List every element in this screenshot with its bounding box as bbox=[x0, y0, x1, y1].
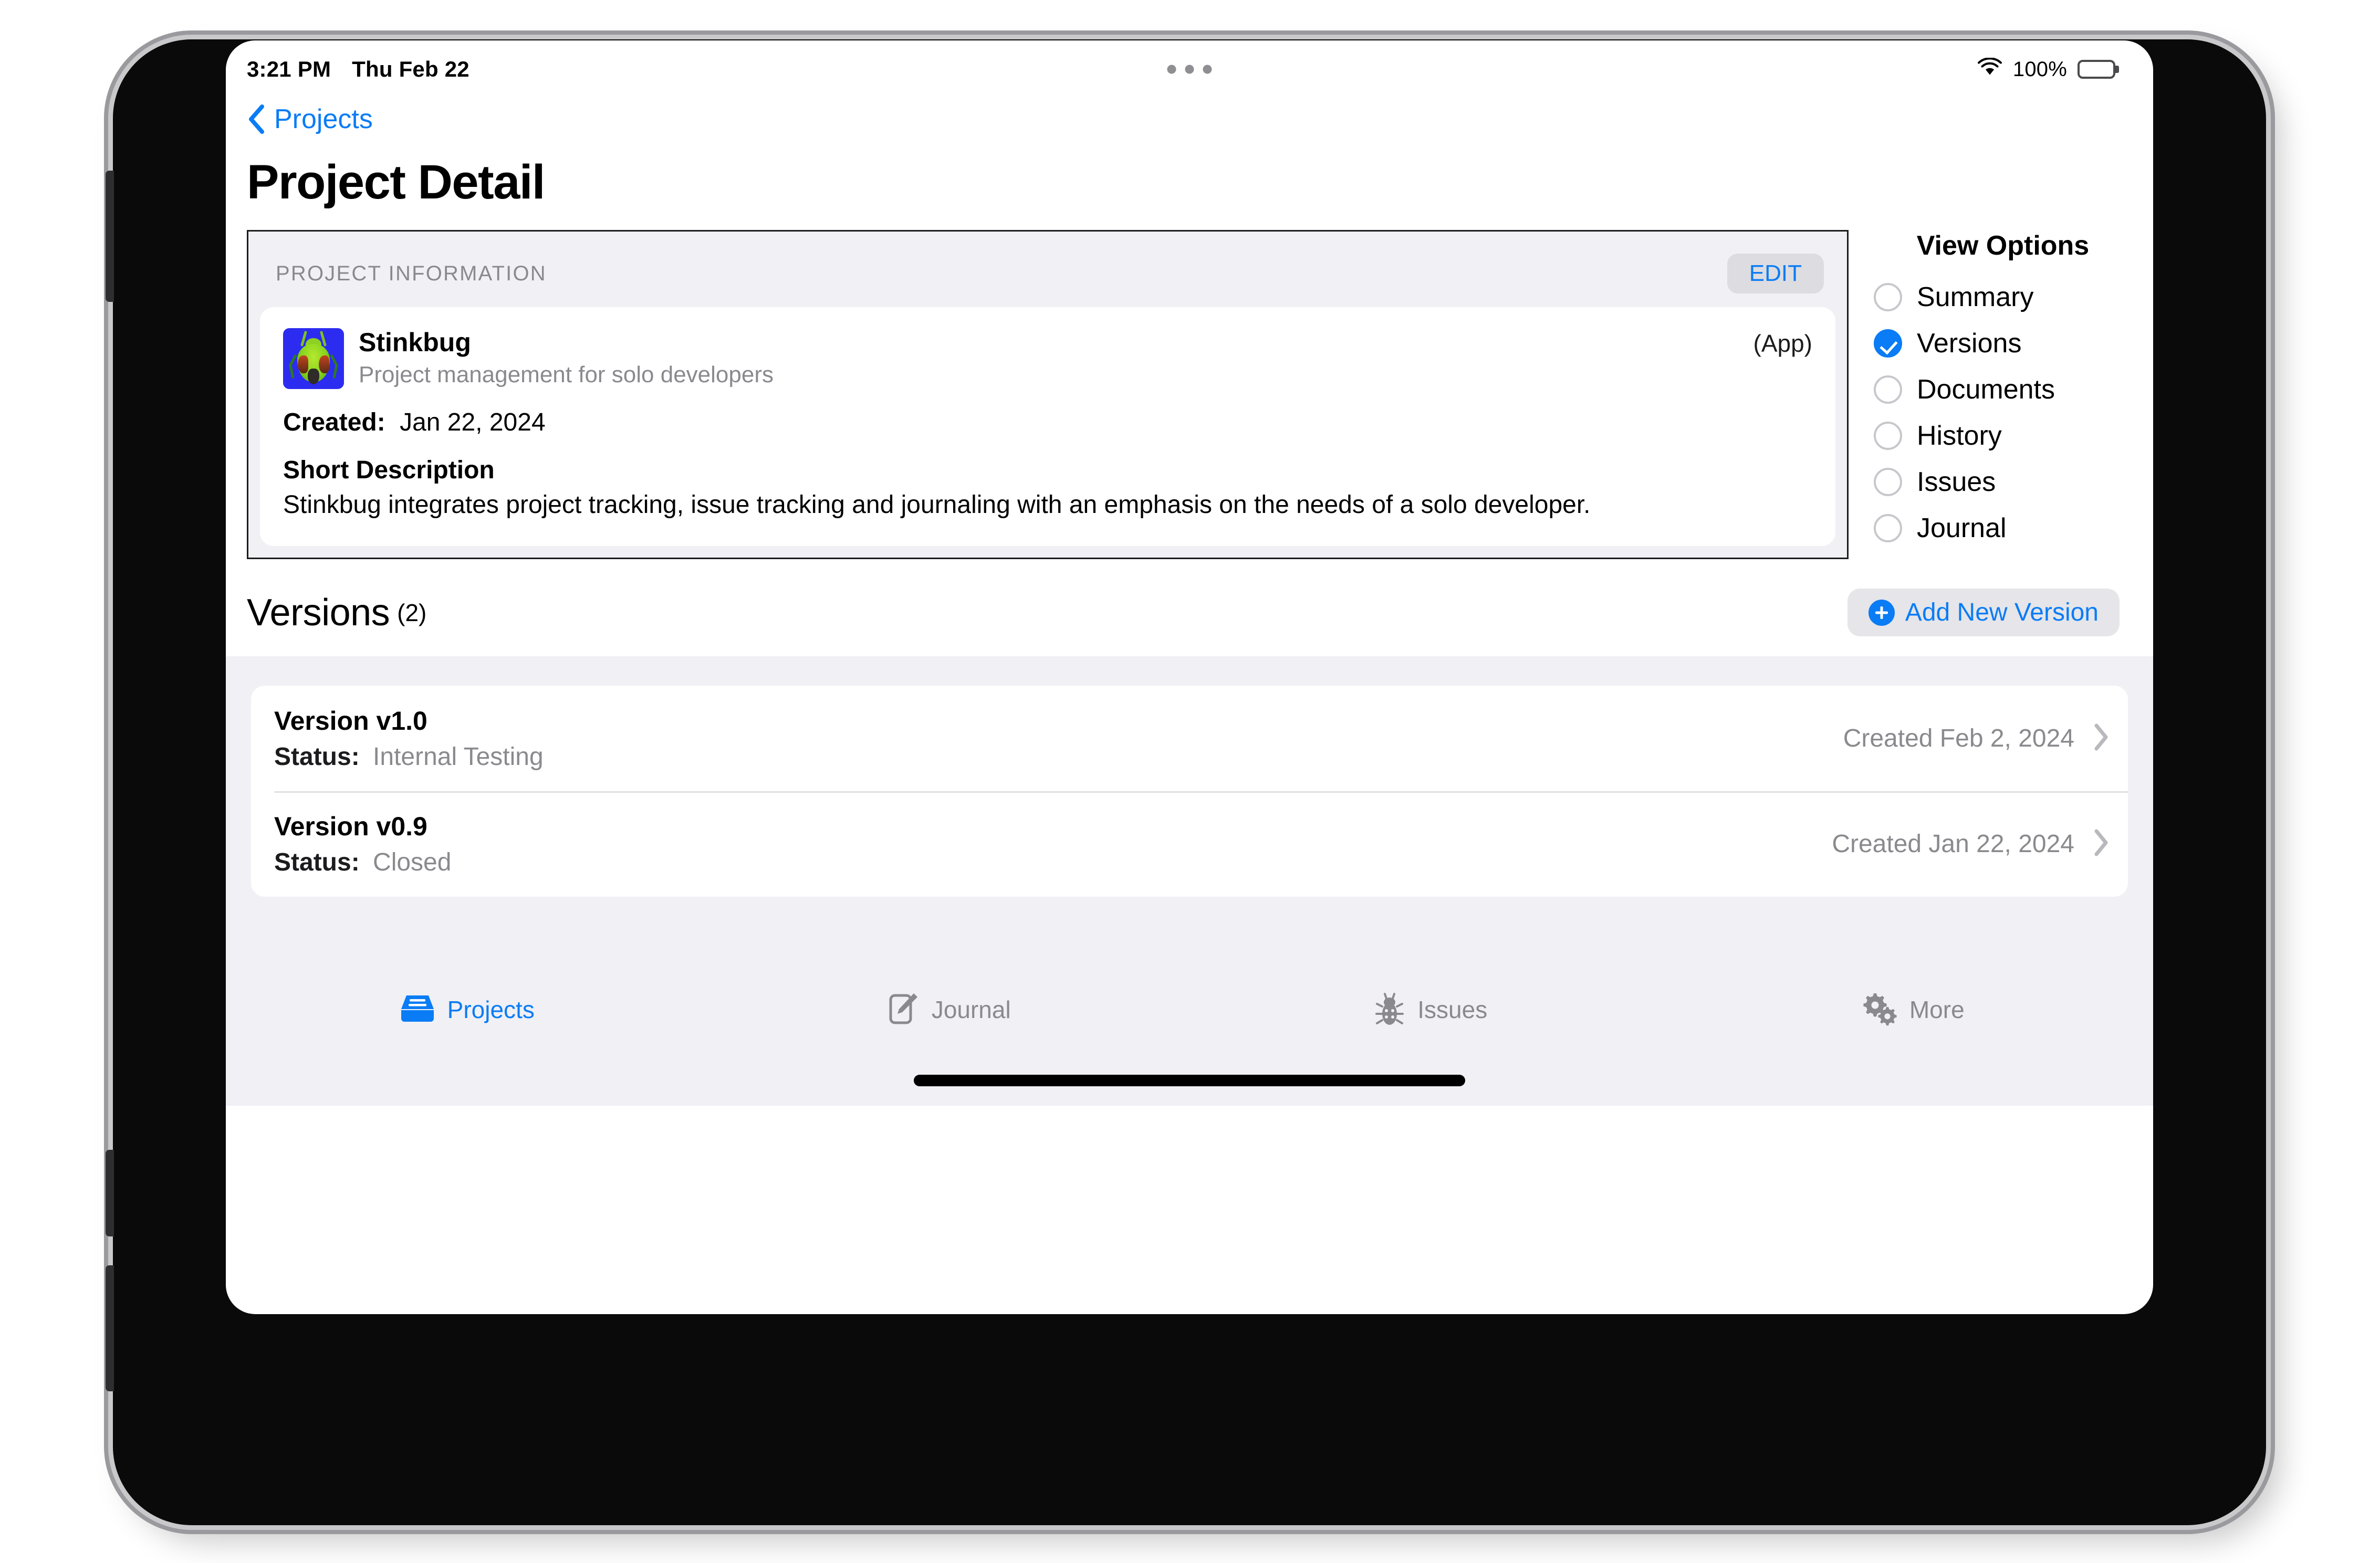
created-value: Jan 22, 2024 bbox=[400, 408, 546, 436]
plus-circle-icon bbox=[1868, 599, 1895, 626]
page-title: Project Detail bbox=[247, 155, 545, 209]
project-kind-label: (App) bbox=[1753, 330, 1812, 357]
bug-icon bbox=[1373, 991, 1406, 1029]
chevron-left-icon bbox=[247, 104, 266, 134]
home-indicator[interactable] bbox=[914, 1075, 1465, 1087]
radio-checked-icon bbox=[1874, 329, 1902, 358]
ipad-device-frame: 3:21 PM Thu Feb 22 100% Projects Project… bbox=[106, 39, 2266, 1525]
chevron-right-icon bbox=[2092, 722, 2110, 754]
view-option-label: Summary bbox=[1917, 282, 2034, 312]
radio-icon bbox=[1874, 422, 1902, 450]
battery-full-icon bbox=[2078, 60, 2115, 79]
home-indicator-area bbox=[226, 1055, 2153, 1106]
tab-journal[interactable]: Journal bbox=[708, 991, 1190, 1029]
project-information-label: PROJECT INFORMATION bbox=[276, 261, 547, 285]
view-option-label: Journal bbox=[1917, 513, 2007, 543]
view-options-list: Summary Versions Documents History Issue… bbox=[1874, 274, 2153, 551]
view-option-versions[interactable]: Versions bbox=[1874, 320, 2153, 366]
projects-tray-icon bbox=[399, 992, 436, 1027]
version-status-value: Internal Testing bbox=[373, 743, 544, 771]
tab-projects[interactable]: Projects bbox=[226, 992, 708, 1027]
project-identity-row: Stinkbug Project management for solo dev… bbox=[283, 326, 1812, 389]
tab-label: Projects bbox=[447, 996, 535, 1024]
view-option-issues[interactable]: Issues bbox=[1874, 459, 2153, 505]
project-information-panel: PROJECT INFORMATION EDIT Stinkbug Projec… bbox=[247, 230, 1849, 560]
view-option-history[interactable]: History bbox=[1874, 413, 2153, 459]
version-row-main: Version v0.9 Status: Closed bbox=[274, 811, 1832, 877]
version-status-label: Status: bbox=[274, 848, 360, 877]
tab-label: More bbox=[1909, 996, 1965, 1024]
ipad-screen: 3:21 PM Thu Feb 22 100% Projects Project… bbox=[226, 40, 2153, 1314]
status-time: 3:21 PM bbox=[247, 57, 331, 81]
version-created-date: Created Feb 2, 2024 bbox=[1843, 725, 2074, 753]
edit-button[interactable]: EDIT bbox=[1727, 254, 1824, 293]
left-column: PROJECT INFORMATION EDIT Stinkbug Projec… bbox=[226, 230, 1849, 560]
view-option-summary[interactable]: Summary bbox=[1874, 274, 2153, 320]
version-row-main: Version v1.0 Status: Internal Testing bbox=[274, 706, 1843, 771]
view-option-label: Versions bbox=[1917, 328, 2022, 359]
project-subtitle: Project management for solo developers bbox=[359, 362, 774, 387]
version-status-value: Closed bbox=[373, 848, 452, 877]
back-to-projects-button[interactable]: Projects bbox=[226, 98, 2153, 135]
versions-section: Version v1.0 Status: Internal Testing Cr… bbox=[226, 656, 2153, 951]
view-options-panel: View Options Summary Versions Documents bbox=[1849, 230, 2153, 559]
back-label: Projects bbox=[274, 104, 373, 134]
tab-issues[interactable]: Issues bbox=[1189, 991, 1672, 1029]
view-option-label: Issues bbox=[1917, 467, 1996, 497]
main-content: PROJECT INFORMATION EDIT Stinkbug Projec… bbox=[226, 210, 2153, 560]
project-information-card: Stinkbug Project management for solo dev… bbox=[260, 307, 1835, 547]
view-option-documents[interactable]: Documents bbox=[1874, 366, 2153, 413]
project-name-block: Stinkbug Project management for solo dev… bbox=[344, 326, 774, 388]
tab-more[interactable]: More bbox=[1672, 991, 2154, 1029]
version-name: Version v0.9 bbox=[274, 812, 427, 842]
view-options-title: View Options bbox=[1916, 230, 2090, 261]
versions-section-header: Versions (2) Add New Version bbox=[226, 559, 2153, 637]
project-name: Stinkbug bbox=[359, 328, 471, 357]
version-status: Status: Closed bbox=[274, 848, 1832, 877]
versions-count: (2) bbox=[397, 599, 427, 626]
stinkbug-app-icon bbox=[283, 328, 344, 389]
radio-icon bbox=[1874, 514, 1902, 542]
status-date: Thu Feb 22 bbox=[352, 57, 469, 81]
short-description-label: Short Description bbox=[283, 456, 495, 484]
device-volume-down-button[interactable] bbox=[106, 1265, 114, 1391]
versions-title: Versions bbox=[247, 591, 390, 634]
version-name: Version v1.0 bbox=[274, 706, 427, 736]
device-volume-up-button[interactable] bbox=[106, 1150, 114, 1236]
add-new-version-button[interactable]: Add New Version bbox=[1847, 589, 2120, 637]
version-status: Status: Internal Testing bbox=[274, 742, 1843, 771]
radio-icon bbox=[1874, 283, 1902, 311]
wifi-icon bbox=[1977, 57, 2002, 82]
version-status-label: Status: bbox=[274, 743, 360, 771]
chevron-right-icon bbox=[2092, 828, 2110, 860]
version-created-date: Created Jan 22, 2024 bbox=[1832, 830, 2074, 858]
versions-list: Version v1.0 Status: Internal Testing Cr… bbox=[251, 686, 2128, 897]
journal-pencil-icon bbox=[886, 991, 920, 1029]
table-row[interactable]: Version v0.9 Status: Closed Created Jan … bbox=[251, 791, 2128, 897]
multitasking-dots-icon[interactable] bbox=[1167, 65, 1212, 74]
tab-label: Journal bbox=[931, 996, 1011, 1024]
short-description-text: Stinkbug integrates project tracking, is… bbox=[283, 491, 1591, 519]
radio-icon bbox=[1874, 468, 1902, 496]
view-option-journal[interactable]: Journal bbox=[1874, 505, 2153, 551]
gears-icon bbox=[1860, 991, 1898, 1029]
status-bar: 3:21 PM Thu Feb 22 100% bbox=[226, 40, 2153, 98]
project-information-header: PROJECT INFORMATION EDIT bbox=[260, 242, 1835, 307]
status-bar-right: 100% bbox=[1977, 57, 2115, 82]
add-new-version-label: Add New Version bbox=[1905, 599, 2099, 627]
device-side-button-top[interactable] bbox=[106, 171, 114, 302]
battery-percent-label: 100% bbox=[2012, 57, 2067, 81]
table-row[interactable]: Version v1.0 Status: Internal Testing Cr… bbox=[251, 686, 2128, 791]
tab-bar: Projects Journal Issues More bbox=[226, 950, 2154, 1056]
created-label: Created: bbox=[283, 408, 385, 436]
tab-label: Issues bbox=[1417, 996, 1488, 1024]
radio-icon bbox=[1874, 375, 1902, 404]
view-option-label: History bbox=[1917, 421, 2002, 451]
project-created-row: Created: Jan 22, 2024 bbox=[283, 408, 1812, 437]
view-option-label: Documents bbox=[1917, 374, 2055, 405]
